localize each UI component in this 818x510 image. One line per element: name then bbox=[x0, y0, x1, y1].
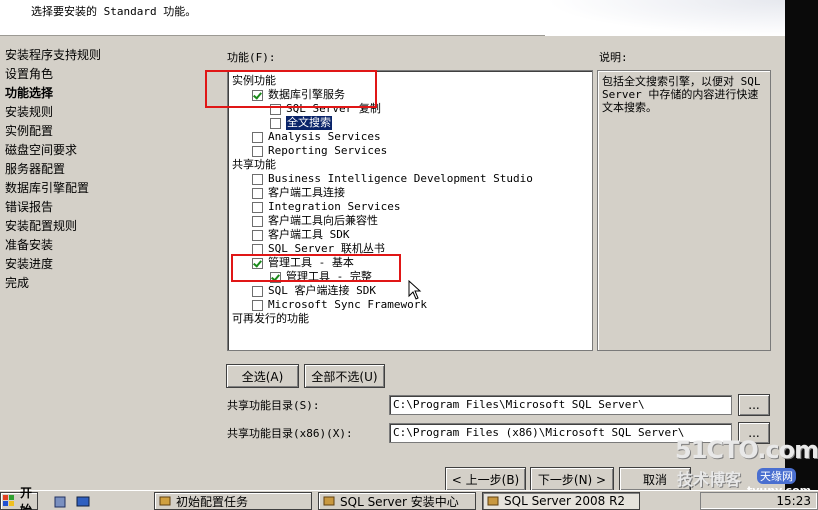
step-item[interactable]: 安装规则 bbox=[5, 104, 210, 123]
mouse-cursor-icon bbox=[408, 280, 422, 300]
shared-dir-browse-button[interactable]: ... bbox=[738, 394, 770, 416]
checkbox-books-online[interactable] bbox=[252, 243, 263, 255]
checkbox-fulltext[interactable] bbox=[270, 117, 281, 129]
checkbox-conn-sdk[interactable] bbox=[252, 285, 263, 297]
step-item[interactable]: 服务器配置 bbox=[5, 161, 210, 180]
taskbar-task-initial-config[interactable]: 初始配置任务 bbox=[154, 492, 312, 510]
window-icon bbox=[159, 496, 171, 506]
feature-bids[interactable]: Business Intelligence Development Studio bbox=[252, 172, 533, 186]
clock[interactable]: 15:23 bbox=[776, 494, 811, 508]
step-item[interactable]: 安装配置规则 bbox=[5, 218, 210, 237]
shared-dir-x86-input[interactable]: C:\Program Files (x86)\Microsoft SQL Ser… bbox=[389, 423, 732, 443]
step-item[interactable]: 安装程序支持规则 bbox=[5, 47, 210, 66]
feature-client-sdk[interactable]: 客户端工具 SDK bbox=[252, 228, 350, 242]
setup-box-icon bbox=[323, 496, 335, 506]
back-button[interactable]: < 上一步(B) bbox=[445, 467, 526, 491]
step-item[interactable]: 数据库引擎配置 bbox=[5, 180, 210, 199]
checkbox-client-sdk[interactable] bbox=[252, 229, 263, 241]
checkbox-mgmt-complete[interactable] bbox=[270, 271, 281, 283]
feature-sync[interactable]: Microsoft Sync Framework bbox=[252, 298, 427, 312]
checkbox-mgmt-basic[interactable] bbox=[252, 257, 263, 269]
header-decoration bbox=[545, 0, 785, 36]
feature-books-online[interactable]: SQL Server 联机丛书 bbox=[252, 242, 385, 256]
show-desktop-icon[interactable] bbox=[76, 496, 90, 508]
cancel-button[interactable]: 取消 bbox=[619, 467, 691, 491]
shared-dir-input[interactable]: C:\Program Files\Microsoft SQL Server\ bbox=[389, 395, 732, 415]
shared-dir-x86-label: 共享功能目录(x86)(X): bbox=[227, 427, 353, 440]
taskbar-task-sql-setup[interactable]: SQL Server 2008 R2 bbox=[482, 492, 640, 510]
group-shared-features: 共享功能 bbox=[232, 158, 276, 171]
feature-conn-sdk[interactable]: SQL 客户端连接 SDK bbox=[252, 284, 376, 298]
step-item-current[interactable]: 功能选择 bbox=[5, 85, 210, 104]
checkbox-client-conn[interactable] bbox=[252, 187, 263, 199]
start-button[interactable]: 开始 bbox=[0, 486, 38, 510]
checkbox-analysis[interactable] bbox=[252, 131, 263, 143]
feature-client-conn[interactable]: 客户端工具连接 bbox=[252, 186, 345, 200]
feature-mgmt-complete[interactable]: 管理工具 - 完整 bbox=[270, 270, 372, 284]
system-tray: 15:23 bbox=[700, 492, 818, 510]
server-manager-icon[interactable] bbox=[54, 496, 66, 508]
windows-logo-icon bbox=[3, 494, 14, 506]
feature-replication[interactable]: SQL Server 复制 bbox=[270, 102, 381, 116]
features-label: 功能(F): bbox=[227, 51, 276, 64]
feature-integration[interactable]: Integration Services bbox=[252, 200, 400, 214]
checkbox-sync[interactable] bbox=[252, 299, 263, 311]
step-item[interactable]: 完成 bbox=[5, 275, 210, 294]
setup-box-icon bbox=[487, 496, 499, 506]
checkbox-integration[interactable] bbox=[252, 201, 263, 213]
step-item[interactable]: 错误报告 bbox=[5, 199, 210, 218]
description-label: 说明: bbox=[599, 51, 628, 64]
step-item[interactable]: 磁盘空间要求 bbox=[5, 142, 210, 161]
group-instance-features: 实例功能 bbox=[232, 74, 276, 87]
checkbox-bids[interactable] bbox=[252, 173, 263, 185]
description-panel: 包括全文搜索引擎，以便对 SQL Server 中存储的内容进行快速文本搜索。 bbox=[597, 70, 771, 351]
desktop-edge bbox=[785, 0, 818, 490]
header-instruction: 选择要安装的 Standard 功能。 bbox=[31, 5, 197, 18]
page-header: 选择要安装的 Standard 功能。 bbox=[0, 0, 785, 36]
shared-dir-label: 共享功能目录(S): bbox=[227, 399, 320, 412]
feature-reporting[interactable]: Reporting Services bbox=[252, 144, 387, 158]
checkbox-db-engine[interactable] bbox=[252, 89, 263, 101]
checkbox-client-compat[interactable] bbox=[252, 215, 263, 227]
feature-analysis[interactable]: Analysis Services bbox=[252, 130, 381, 144]
checkbox-replication[interactable] bbox=[270, 103, 281, 115]
next-button[interactable]: 下一步(N) > bbox=[530, 467, 614, 491]
shared-dir-x86-browse-button[interactable]: ... bbox=[738, 422, 770, 444]
checkbox-reporting[interactable] bbox=[252, 145, 263, 157]
step-item[interactable]: 实例配置 bbox=[5, 123, 210, 142]
step-list: 安装程序支持规则 设置角色 功能选择 安装规则 实例配置 磁盘空间要求 服务器配… bbox=[5, 47, 210, 294]
feature-fulltext[interactable]: 全文搜索 bbox=[270, 116, 332, 130]
feature-db-engine[interactable]: 数据库引擎服务 bbox=[252, 88, 345, 102]
select-all-button[interactable]: 全选(A) bbox=[226, 364, 299, 388]
feature-mgmt-basic[interactable]: 管理工具 - 基本 bbox=[252, 256, 354, 270]
unselect-all-button[interactable]: 全部不选(U) bbox=[304, 364, 385, 388]
description-text: 包括全文搜索引擎，以便对 SQL Server 中存储的内容进行快速文本搜索。 bbox=[602, 75, 761, 114]
feature-tree[interactable]: 实例功能 数据库引擎服务 SQL Server 复制 全文搜索 Analysis… bbox=[227, 70, 593, 351]
feature-client-compat[interactable]: 客户端工具向后兼容性 bbox=[252, 214, 378, 228]
group-redistributable-features: 可再发行的功能 bbox=[232, 312, 309, 325]
step-item[interactable]: 准备安装 bbox=[5, 237, 210, 256]
step-item[interactable]: 安装进度 bbox=[5, 256, 210, 275]
taskbar-task-install-center[interactable]: SQL Server 安装中心 bbox=[318, 492, 476, 510]
step-item[interactable]: 设置角色 bbox=[5, 66, 210, 85]
